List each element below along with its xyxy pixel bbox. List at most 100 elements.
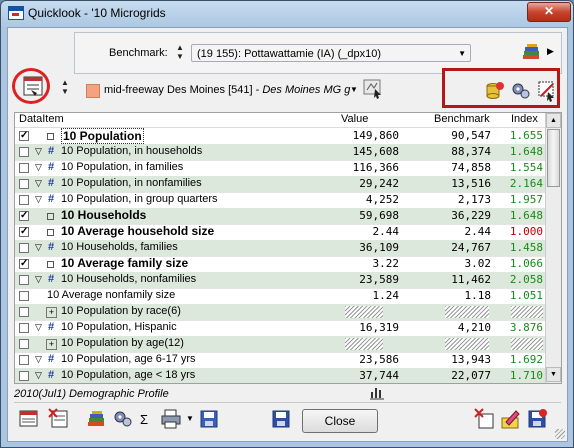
expand-icon[interactable]: ▽ bbox=[35, 178, 42, 189]
expand-icon[interactable]: ▽ bbox=[35, 354, 42, 365]
column-header-dataitem[interactable]: DataItem bbox=[19, 113, 64, 125]
chart-icon[interactable] bbox=[370, 384, 384, 400]
row-checkbox[interactable] bbox=[19, 243, 29, 253]
table-row[interactable]: ▽ #10 Population, age < 18 yrs 37,744 22,07… bbox=[15, 368, 545, 383]
vertical-scrollbar[interactable]: ▲ ▼ bbox=[545, 113, 561, 383]
row-checkbox[interactable] bbox=[19, 179, 29, 189]
row-checkbox[interactable] bbox=[19, 307, 29, 317]
scroll-down-icon[interactable]: ▼ bbox=[546, 367, 561, 382]
table-row[interactable]: ✓ 10 Population 149,860 90,547 1.655 bbox=[15, 128, 545, 145]
row-checkbox[interactable] bbox=[19, 339, 29, 349]
window-close-button[interactable]: ✕ bbox=[527, 2, 571, 22]
save-icon[interactable] bbox=[270, 408, 292, 430]
delete-table-icon[interactable] bbox=[48, 408, 70, 430]
index-cell: 1.655 bbox=[509, 129, 543, 142]
table-row[interactable]: ▽ #10 Households, families 36,109 24,767 1.4… bbox=[15, 240, 545, 257]
close-button[interactable]: Close bbox=[302, 409, 378, 433]
expand-group-icon[interactable]: + bbox=[46, 339, 57, 350]
map-pick-icon[interactable] bbox=[362, 78, 384, 100]
expand-icon[interactable]: ▽ bbox=[35, 322, 42, 333]
row-checkbox[interactable] bbox=[19, 291, 29, 301]
table-view-icon[interactable] bbox=[18, 408, 40, 430]
table-row[interactable]: ▽ #10 Population, in households 145,608 88,… bbox=[15, 144, 545, 161]
database-add-icon[interactable] bbox=[485, 81, 505, 101]
scroll-thumb[interactable] bbox=[547, 129, 560, 187]
table-row[interactable]: ▽ #10 Population, in nonfamilies 29,242 13,… bbox=[15, 176, 545, 193]
export-icon[interactable] bbox=[198, 408, 220, 430]
expand-icon[interactable]: ▽ bbox=[35, 242, 42, 253]
row-checkbox[interactable] bbox=[19, 147, 29, 157]
edit-icon[interactable] bbox=[500, 408, 522, 430]
row-label: 10 Population, in nonfamilies bbox=[61, 177, 202, 189]
benchmark-select[interactable]: (19 155): Pottawattamie (IA) (_dpx10) ▼ bbox=[191, 44, 471, 62]
row-label: 10 Population, age 6-17 yrs bbox=[61, 353, 196, 365]
table-row[interactable]: 10 Average nonfamily size 1.24 1.18 1.051 bbox=[15, 288, 545, 305]
expand-icon[interactable]: ▽ bbox=[35, 274, 42, 285]
chevron-right-icon[interactable]: ▶ bbox=[547, 46, 554, 57]
column-header-value[interactable]: Value bbox=[341, 113, 368, 125]
printer-icon[interactable] bbox=[160, 408, 182, 430]
region-select[interactable]: mid-freeway Des Moines [541] - Des Moine… bbox=[104, 84, 350, 96]
report-layout-button[interactable] bbox=[12, 68, 52, 104]
expand-icon[interactable]: ▽ bbox=[35, 370, 42, 381]
index-cell: 1.066 bbox=[509, 257, 543, 270]
save-icon[interactable] bbox=[526, 408, 548, 430]
row-label: 10 Population, Hispanic bbox=[61, 321, 177, 333]
chevron-down-icon[interactable]: ▼ bbox=[350, 85, 358, 94]
region-spinner[interactable]: ▲ ▼ bbox=[60, 78, 70, 98]
table-row[interactable]: ✓ 10 Average family size 3.22 3.02 1.066 bbox=[15, 256, 545, 273]
sigma-icon[interactable]: Σ bbox=[140, 412, 148, 427]
gears-icon[interactable] bbox=[112, 408, 134, 430]
row-checkbox[interactable]: ✓ bbox=[19, 227, 29, 237]
table-row[interactable]: +10 Population by age(12) bbox=[15, 336, 545, 353]
row-checkbox[interactable] bbox=[19, 275, 29, 285]
scroll-up-icon[interactable]: ▲ bbox=[546, 113, 561, 128]
client-area: Benchmark: ▲ ▼ (19 155): Pottawattamie (I… bbox=[7, 27, 568, 442]
table-row[interactable]: ▽ #10 Population, in group quarters 4,252 2… bbox=[15, 192, 545, 209]
title-bar[interactable]: Quicklook - '10 Microgrids ✕ bbox=[1, 1, 573, 25]
expand-icon[interactable]: ▽ bbox=[35, 194, 42, 205]
row-checkbox[interactable]: ✓ bbox=[19, 211, 29, 221]
row-checkbox[interactable] bbox=[19, 195, 29, 205]
column-header-benchmark[interactable]: Benchmark bbox=[434, 113, 490, 125]
row-checkbox[interactable]: ✓ bbox=[19, 259, 29, 269]
benchmark-spinner[interactable]: ▲ ▼ bbox=[175, 43, 185, 63]
value-cell: 36,109 bbox=[359, 241, 399, 254]
table-row[interactable]: ▽ #10 Population, Hispanic 16,319 4,210 3.87… bbox=[15, 320, 545, 337]
books-icon[interactable] bbox=[521, 43, 543, 63]
index-cell: 1.648 bbox=[509, 209, 543, 222]
row-checkbox[interactable] bbox=[19, 355, 29, 365]
benchmark-cell: 22,077 bbox=[451, 369, 491, 382]
table-row[interactable]: ✓ 10 Average household size 2.44 2.44 1.000 bbox=[15, 224, 545, 241]
row-checkbox[interactable] bbox=[19, 163, 29, 173]
row-checkbox[interactable]: ✓ bbox=[19, 131, 29, 141]
books-icon[interactable] bbox=[86, 408, 108, 430]
value-hatch bbox=[345, 338, 383, 350]
benchmark-cell: 36,229 bbox=[451, 209, 491, 222]
table-row[interactable]: +10 Population by race(6) bbox=[15, 304, 545, 321]
column-header-index[interactable]: Index bbox=[511, 113, 538, 125]
remove-icon[interactable] bbox=[474, 408, 496, 430]
table-row[interactable]: ▽ #10 Population, in families 116,366 74,85… bbox=[15, 160, 545, 177]
row-checkbox[interactable] bbox=[19, 371, 29, 381]
value-cell: 29,242 bbox=[359, 177, 399, 190]
count-icon: # bbox=[48, 321, 55, 333]
expand-icon[interactable]: ▽ bbox=[35, 162, 42, 173]
value-cell: 3.22 bbox=[372, 257, 400, 270]
count-icon: # bbox=[48, 177, 55, 189]
benchmark-cell: 13,516 bbox=[451, 177, 491, 190]
highlight-circle bbox=[12, 68, 50, 104]
row-checkbox[interactable] bbox=[19, 323, 29, 333]
benchmark-cell: 90,547 bbox=[451, 129, 491, 142]
region-name: mid-freeway Des Moines [541] - bbox=[104, 84, 263, 96]
expand-group-icon[interactable]: + bbox=[46, 307, 57, 318]
table-row[interactable]: ▽ #10 Households, nonfamilies 23,589 11,462… bbox=[15, 272, 545, 289]
table-row[interactable]: ▽ #10 Population, age 6-17 yrs 23,586 13,94… bbox=[15, 352, 545, 369]
chevron-down-icon[interactable]: ▼ bbox=[186, 414, 194, 423]
table-row[interactable]: ✓ 10 Households 59,698 36,229 1.648 bbox=[15, 208, 545, 225]
resize-grip[interactable] bbox=[555, 429, 565, 439]
select-region-icon[interactable] bbox=[537, 80, 557, 102]
gears-icon[interactable] bbox=[511, 81, 531, 101]
expand-icon[interactable]: ▽ bbox=[35, 146, 42, 157]
region-group: Des Moines MG g bbox=[262, 84, 351, 96]
